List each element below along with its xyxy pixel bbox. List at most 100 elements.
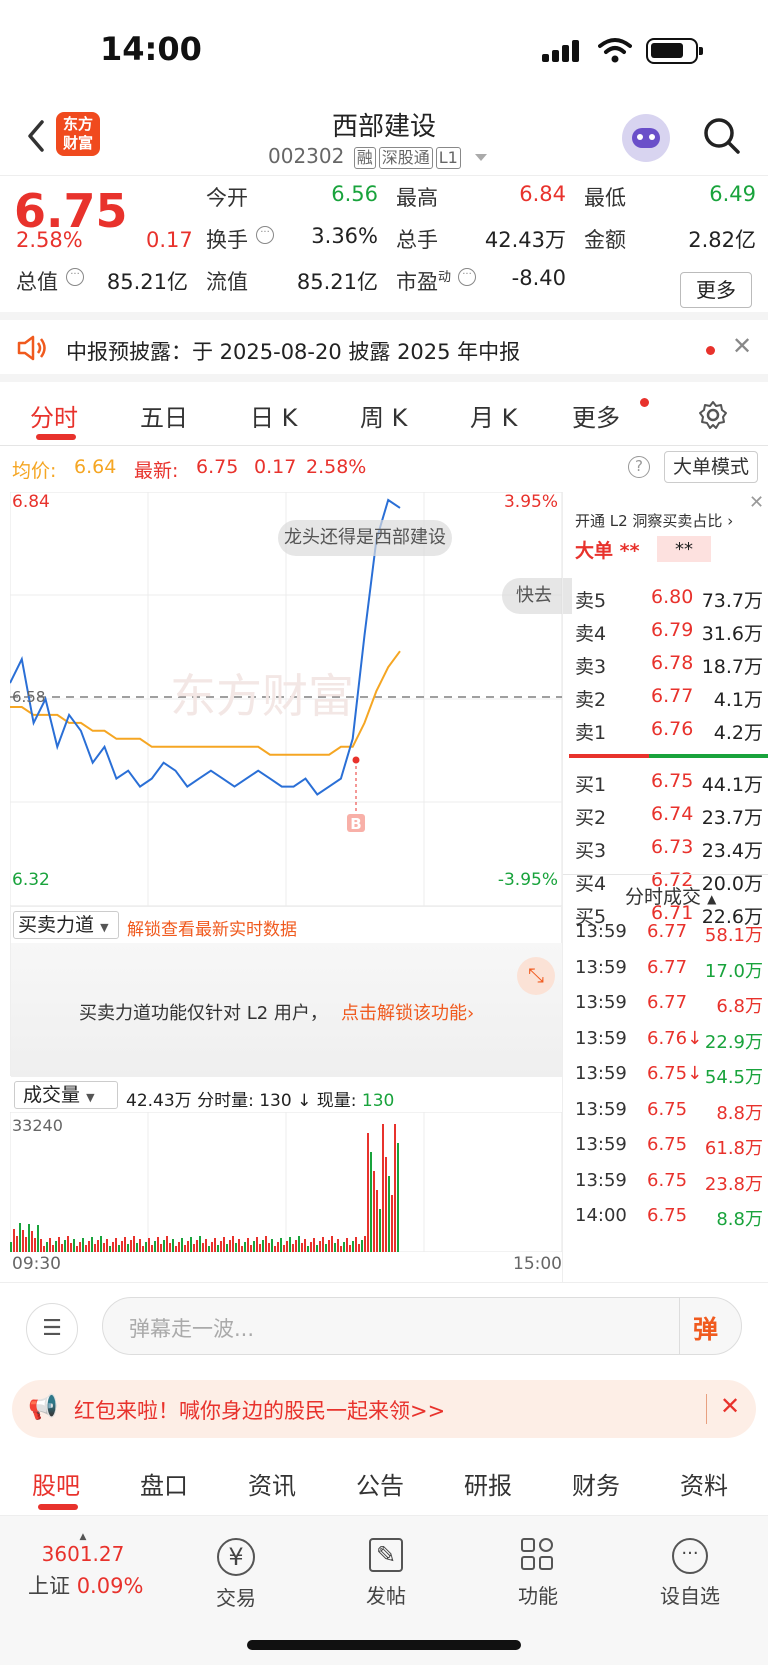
x-end-label: 15:00 [513,1254,562,1274]
volume-bar [169,1243,171,1252]
volume-bar [391,1195,393,1252]
volume-bar [22,1230,24,1252]
info-icon[interactable]: ··· [256,226,274,244]
bid-row[interactable]: 买1 6.75 44.1万 [563,766,768,798]
open-label: 今开 [206,186,248,210]
tab-fenshi[interactable]: 分时 [30,398,78,433]
volume-bar [319,1241,321,1252]
volume-select[interactable]: 成交量 ▼ [14,1081,118,1109]
danmaku-settings-icon[interactable]: ☰ [26,1303,78,1355]
expand-icon[interactable]: ⤡ [517,957,555,995]
help-icon[interactable]: ? [628,456,650,478]
unlock-hint[interactable]: 解锁查看最新实时数据 [127,915,297,940]
index-ticker[interactable]: ▲ 3601.27 上证 0.09% [28,1532,143,1600]
tab-news[interactable]: 资讯 [248,1466,296,1501]
close-icon[interactable]: ✕ [720,1392,740,1420]
tab-5day[interactable]: 五日 [140,398,188,433]
volume-chart[interactable]: 33240 09:30 15:00 [9,1111,563,1274]
tab-more[interactable]: 更多 [572,398,620,433]
ask-size: 31.6万 [701,623,763,645]
community-tabs: 股吧 盘口 资讯 公告 研报 财务 资料 [0,1450,768,1516]
bid-row[interactable]: 买3 6.73 23.4万 [563,832,768,864]
ask-row[interactable]: 卖3 6.78 18.7万 [563,648,768,680]
tab-guba[interactable]: 股吧 [32,1466,80,1501]
volume-bar [256,1237,258,1252]
tab-announcement[interactable]: 公告 [356,1466,404,1501]
bid-row[interactable]: 买2 6.74 23.7万 [563,799,768,831]
danmaku-bullet: 龙头还得是西部建设 [278,520,452,556]
tick-volume: 8.8万 [716,1102,763,1124]
volume-bar [67,1236,69,1252]
tab-more-dot [640,398,649,407]
power-locked-area: 买卖力道功能仅针对 L2 用户， 点击解锁该功能› ⤡ [11,943,563,1077]
volume-bar [307,1246,309,1252]
tab-monthly[interactable]: 月 K [470,398,517,433]
battery-icon [646,38,703,64]
volume-bar [49,1238,51,1252]
info-icon[interactable]: ··· [66,268,84,286]
post-button[interactable]: ✎ 发帖 [336,1538,436,1609]
volume-bar [316,1245,318,1252]
l2-tip[interactable]: 开通 L2 洞察买卖占比 › [575,510,733,531]
ask-row[interactable]: 卖2 6.77 4.1万 [563,681,768,713]
quote-panel: 6.75 2.58% 0.17 今开 6.56 最高 6.84 最低 6.49 … [0,176,768,320]
tick-row: 13:59 6.75↓ 54.5万 [563,1058,768,1092]
stock-code-line[interactable]: 002302 融深股通 L1 [268,144,488,169]
ask-row[interactable]: 卖5 6.80 73.7万 [563,582,768,614]
add-watchlist-button[interactable]: ··· 设自选 [640,1538,740,1609]
function-button[interactable]: 功能 [488,1538,588,1609]
tab-weekly[interactable]: 周 K [360,398,407,433]
volume-bar [142,1246,144,1252]
search-icon[interactable] [702,116,742,156]
volume-bar [94,1244,96,1252]
tick-row: 13:59 6.75 61.8万 [563,1129,768,1163]
power-locked-text: 买卖力道功能仅针对 L2 用户， [79,1003,328,1024]
danmaku-input[interactable]: 弹幕走一波... 弹 [102,1297,742,1355]
ask-level: 卖4 [575,623,607,645]
trade-button[interactable]: ¥ 交易 [186,1538,286,1611]
tab-underline [36,434,76,440]
tab-research[interactable]: 研报 [464,1466,512,1501]
volume-bar [208,1246,210,1252]
notice-bar[interactable]: 中报预披露：于 2025-08-20 披露 2025 年中报 ✕ [0,320,768,382]
intraday-chart[interactable]: 东方财富 B 6.84 3.95% 6.58 6.32 -3.95% 龙头还得是… [9,491,572,907]
tick-time: 13:59 [575,921,627,942]
volume-bar [13,1229,15,1252]
volume-bar [265,1236,267,1252]
tab-finance[interactable]: 财务 [572,1466,620,1501]
volume-bar [34,1238,36,1252]
status-bar: 14:00 [0,0,768,100]
volume-bar [106,1239,108,1252]
info-icon[interactable]: ··· [458,268,476,286]
grid-icon [521,1538,555,1572]
intraday-chart-svg: 东方财富 B [9,491,563,907]
volume-bar [250,1245,252,1252]
red-packet-banner[interactable]: 📢 红包来啦！喊你身边的股民一起来领>> ✕ [12,1380,756,1438]
dropdown-icon[interactable] [475,154,488,161]
close-icon[interactable]: ✕ [749,492,764,513]
tab-pankou[interactable]: 盘口 [140,1466,188,1501]
volume-bar [190,1237,192,1252]
volume-bar [301,1243,303,1252]
tab-profile[interactable]: 资料 [680,1466,728,1501]
assistant-robot-icon[interactable] [622,114,670,162]
ticks-header[interactable]: 分时成交 ▲ [625,882,716,909]
ask-row[interactable]: 卖1 6.76 4.2万 [563,714,768,746]
close-icon[interactable]: ✕ [732,332,752,360]
last-value: 6.75 [196,456,239,478]
bid-level: 买2 [575,807,607,829]
power-select[interactable]: 买卖力道 ▼ [13,911,119,939]
more-button[interactable]: 更多 [680,272,752,308]
volume-bar [286,1241,288,1252]
gear-icon[interactable] [698,400,728,430]
danmaku-send-button[interactable]: 弹 [693,1310,718,1346]
unlock-link[interactable]: 点击解锁该功能› [341,999,474,1025]
change-value: 0.17 [146,228,193,252]
chart-tabs: 分时 五日 日 K 周 K 月 K 更多 [0,382,768,446]
volume-bar [364,1236,366,1252]
volume-bar [79,1242,81,1252]
tab-daily[interactable]: 日 K [250,398,297,433]
ask-row[interactable]: 卖4 6.79 31.6万 [563,615,768,647]
big-order-mode-button[interactable]: 大单模式 [664,451,758,483]
volume-bar [214,1238,216,1252]
